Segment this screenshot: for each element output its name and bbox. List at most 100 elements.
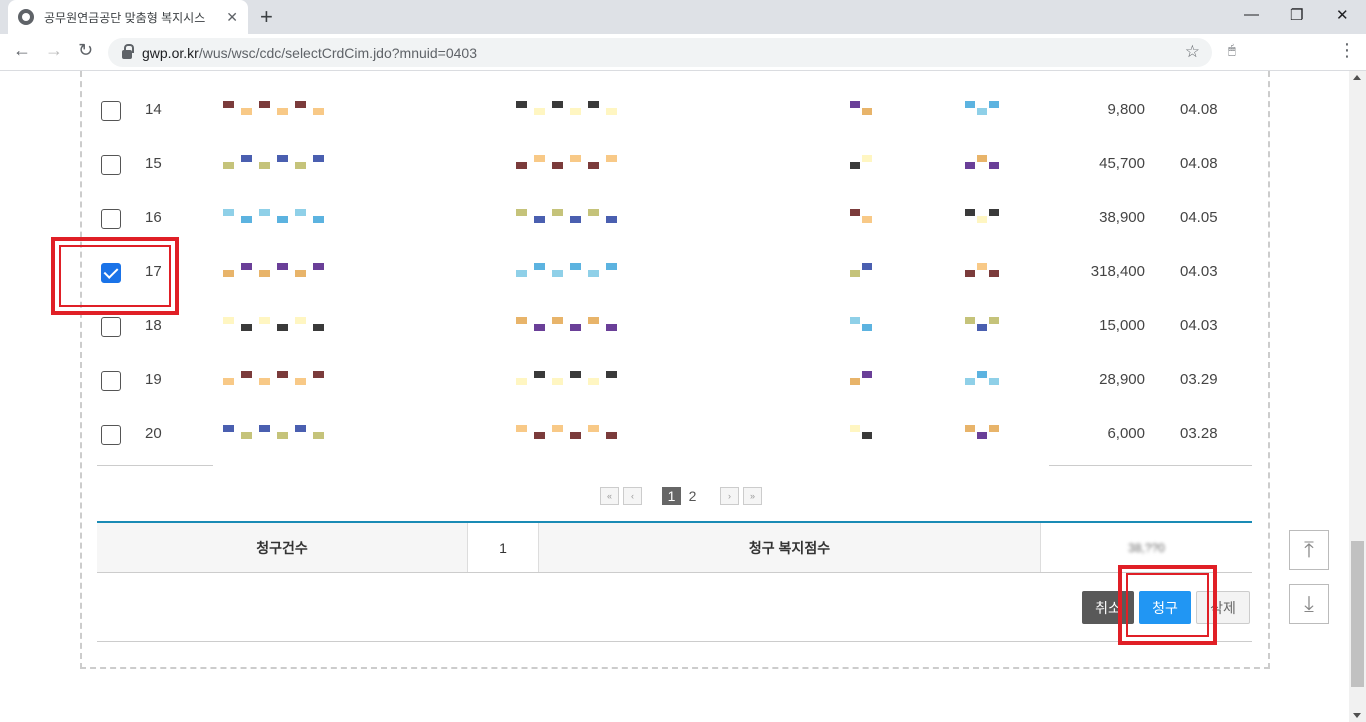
redacted-text — [850, 270, 860, 277]
row-amount: 9,800 — [1107, 101, 1145, 118]
row-number: 15 — [145, 155, 162, 172]
last-page-icon[interactable]: » — [743, 487, 762, 505]
extension-mouse-icon[interactable]: 🖱 — [1228, 42, 1236, 58]
tab-close-icon[interactable]: ✕ — [226, 9, 238, 26]
tab-strip: 공무원연금공단 맞춤형 복지시스 ✕ + — ❐ ✕ — [0, 0, 1366, 34]
restore-icon[interactable]: ❐ — [1290, 6, 1303, 24]
row-checkbox[interactable] — [101, 155, 121, 175]
redacted-text — [313, 263, 324, 270]
redacted-text — [295, 317, 306, 324]
redacted-text — [965, 209, 975, 216]
bottom-divider — [97, 641, 1252, 642]
redacted-text — [989, 101, 999, 108]
redacted-text — [862, 324, 872, 331]
claim-points-label: 청구 복지점수 — [539, 523, 1041, 572]
redacted-text — [862, 155, 872, 162]
url-path: /wus/wsc/cdc/selectCrdCim.jdo?mnuid=0403 — [198, 44, 477, 61]
forward-icon[interactable]: → — [45, 40, 63, 61]
scroll-top-button[interactable]: ⤒ — [1289, 530, 1329, 570]
redacted-text — [259, 270, 270, 277]
row-checkbox[interactable] — [101, 371, 121, 391]
lock-icon — [122, 44, 134, 59]
row-checkbox[interactable] — [101, 101, 121, 121]
browser-toolbar: ← → ↻ gwp.or.kr/wus/wsc/cdc/selectCrdCim… — [0, 34, 1366, 71]
redacted-text — [552, 162, 563, 169]
page-viewport: 14 9,800 04.08 15 45,700 04.08 16 38,900 04.05 17… — [0, 71, 1349, 722]
redacted-text — [989, 162, 999, 169]
minimize-icon[interactable]: — — [1244, 6, 1259, 23]
row-checkbox[interactable] — [101, 209, 121, 229]
redacted-text — [223, 270, 234, 277]
redacted-text — [534, 216, 545, 223]
scroll-bottom-button[interactable]: ⤓ — [1289, 584, 1329, 624]
redacted-text — [606, 324, 617, 331]
row-date: 04.03 — [1180, 263, 1218, 280]
redacted-text — [241, 263, 252, 270]
row-date: 03.28 — [1180, 425, 1218, 442]
table-row: 14 9,800 04.08 — [97, 81, 1252, 135]
redacted-text — [534, 324, 545, 331]
first-page-icon[interactable]: « — [600, 487, 619, 505]
redacted-text — [223, 209, 234, 216]
redacted-text — [295, 162, 306, 169]
redacted-text — [313, 324, 324, 331]
redacted-text — [259, 209, 270, 216]
back-icon[interactable]: ← — [13, 40, 31, 61]
new-tab-button[interactable]: + — [260, 4, 273, 30]
row-amount: 15,000 — [1099, 317, 1145, 334]
redacted-text — [241, 371, 252, 378]
redacted-text — [277, 216, 288, 223]
window-close-icon[interactable]: ✕ — [1336, 6, 1349, 24]
redacted-text — [989, 378, 999, 385]
redacted-text — [570, 108, 581, 115]
redacted-text — [313, 216, 324, 223]
url-host: gwp.or.kr — [142, 44, 199, 61]
row-divider — [1049, 465, 1252, 466]
page-2[interactable]: 2 — [683, 487, 702, 505]
redacted-text — [534, 108, 545, 115]
redacted-text — [516, 317, 527, 324]
redacted-text — [570, 324, 581, 331]
redacted-text — [965, 425, 975, 432]
bookmark-star-icon[interactable]: ☆ — [1185, 42, 1200, 62]
redacted-text — [850, 101, 860, 108]
redacted-text — [965, 378, 975, 385]
prev-page-icon[interactable]: ‹ — [623, 487, 642, 505]
row-date: 04.08 — [1180, 101, 1218, 118]
redacted-text — [277, 371, 288, 378]
table-row: 19 28,900 03.29 — [97, 351, 1252, 405]
browser-tab[interactable]: 공무원연금공단 맞춤형 복지시스 ✕ — [8, 0, 248, 34]
scroll-down-arrow[interactable] — [1353, 713, 1361, 718]
redacted-text — [516, 425, 527, 432]
redacted-text — [606, 371, 617, 378]
redacted-text — [977, 155, 987, 162]
highlight-box-claim — [1118, 565, 1217, 645]
table-row: 17 318,400 04.03 — [97, 243, 1252, 297]
redacted-text — [223, 317, 234, 324]
redacted-text — [606, 432, 617, 439]
redacted-text — [295, 270, 306, 277]
redacted-text — [862, 108, 872, 115]
row-date: 03.29 — [1180, 371, 1218, 388]
next-page-icon[interactable]: › — [720, 487, 739, 505]
redacted-text — [241, 155, 252, 162]
redacted-text — [850, 378, 860, 385]
redacted-text — [588, 209, 599, 216]
row-checkbox[interactable] — [101, 317, 121, 337]
tab-title: 공무원연금공단 맞춤형 복지시스 — [44, 10, 206, 25]
redacted-text — [241, 216, 252, 223]
redacted-text — [977, 108, 987, 115]
browser-menu-icon[interactable]: ⋮ — [1338, 40, 1356, 61]
scroll-up-arrow[interactable] — [1353, 75, 1361, 80]
globe-icon — [18, 9, 34, 25]
row-date: 04.05 — [1180, 209, 1218, 226]
reload-icon[interactable]: ↻ — [78, 40, 93, 61]
redacted-text — [534, 432, 545, 439]
redacted-text — [965, 317, 975, 324]
scroll-thumb[interactable] — [1351, 541, 1364, 687]
row-checkbox[interactable] — [101, 425, 121, 445]
page-1[interactable]: 1 — [662, 487, 681, 505]
page-scrollbar[interactable] — [1349, 71, 1366, 722]
redacted-text — [862, 216, 872, 223]
address-bar[interactable]: gwp.or.kr/wus/wsc/cdc/selectCrdCim.jdo?m… — [108, 38, 1212, 67]
